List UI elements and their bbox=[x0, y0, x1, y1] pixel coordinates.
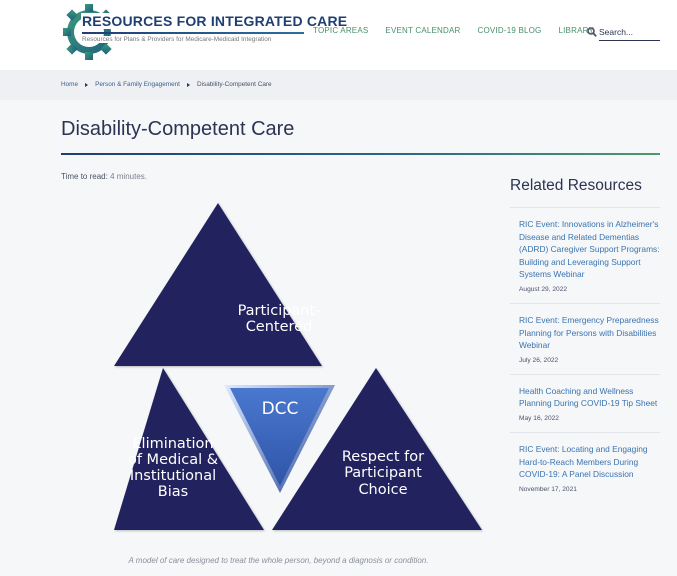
diagram-caption: A model of care designed to treat the wh… bbox=[0, 556, 557, 565]
related-resource-item: RIC Event: Emergency Preparedness Planni… bbox=[510, 302, 660, 364]
related-resource-date: August 29, 2022 bbox=[519, 285, 568, 293]
title-divider bbox=[61, 153, 660, 155]
related-resource-link[interactable]: RIC Event: Emergency Preparedness Planni… bbox=[519, 314, 660, 352]
related-resource-link[interactable]: Health Coaching and Wellness Planning Du… bbox=[519, 385, 660, 410]
read-time: Time to read: 4 minutes. bbox=[61, 172, 147, 181]
dcc-diagram: Participant- Centered DCC Elimination of… bbox=[62, 198, 492, 538]
read-time-label: Time to read: bbox=[61, 172, 108, 181]
read-time-value: 4 minutes. bbox=[110, 172, 147, 181]
label-respect-3: Choice bbox=[358, 482, 407, 498]
related-resource-date: November 17, 2021 bbox=[519, 485, 577, 493]
nav-topic-areas[interactable]: TOPIC AREAS bbox=[313, 26, 368, 35]
related-resources-list: RIC Event: Innovations in Alzheimer's Di… bbox=[510, 207, 660, 503]
related-resource-date: July 26, 2022 bbox=[519, 356, 559, 364]
related-resource-item: Health Coaching and Wellness Planning Du… bbox=[510, 373, 660, 422]
related-resource-date: May 16, 2022 bbox=[519, 414, 559, 422]
label-respect-1: Respect for bbox=[342, 449, 424, 465]
label-elimination-4: Bias bbox=[158, 484, 188, 500]
label-dcc: DCC bbox=[262, 399, 299, 419]
logo-subtitle: Resources for Plans & Providers for Medi… bbox=[82, 36, 274, 43]
main-nav: TOPIC AREAS EVENT CALENDAR COVID-19 BLOG… bbox=[313, 26, 611, 35]
triangle-participant-centered bbox=[114, 203, 322, 366]
site-header: Resources for Integrated Care Resources … bbox=[0, 0, 677, 70]
label-elimination-3: Institutional bbox=[130, 468, 216, 484]
nav-event-calendar[interactable]: EVENT CALENDAR bbox=[385, 26, 460, 35]
breadcrumb: Home Person & Family Engagement Disabili… bbox=[61, 81, 272, 88]
label-participant-centered-2: Centered bbox=[246, 319, 313, 335]
label-elimination-2: of Medical & bbox=[128, 452, 218, 468]
breadcrumb-home[interactable]: Home bbox=[61, 81, 78, 88]
label-elimination-1: Elimination bbox=[132, 436, 213, 452]
related-resource-item: RIC Event: Locating and Engaging Hard-to… bbox=[510, 431, 660, 493]
label-respect-2: Participant bbox=[344, 465, 422, 481]
breadcrumb-person-family-engagement[interactable]: Person & Family Engagement bbox=[95, 81, 180, 88]
label-participant-centered-1: Participant- bbox=[238, 303, 321, 319]
search-input[interactable] bbox=[599, 24, 660, 41]
site-logo[interactable]: Resources for Integrated Care Resources … bbox=[63, 4, 349, 60]
breadcrumb-current: Disability-Competent Care bbox=[196, 81, 272, 88]
search-box bbox=[587, 24, 661, 41]
related-resource-link[interactable]: RIC Event: Innovations in Alzheimer's Di… bbox=[519, 218, 660, 281]
breadcrumb-arrow-icon bbox=[186, 82, 190, 87]
breadcrumb-arrow-icon bbox=[85, 82, 89, 87]
search-icon[interactable] bbox=[587, 27, 597, 37]
logo-title: Resources for Integrated Care bbox=[81, 13, 349, 29]
page-title: Disability-Competent Care bbox=[61, 118, 295, 140]
nav-covid-19-blog[interactable]: COVID-19 BLOG bbox=[478, 26, 542, 35]
dcc-diagram-svg: Participant- Centered DCC Elimination of… bbox=[114, 203, 482, 530]
related-resource-item: RIC Event: Innovations in Alzheimer's Di… bbox=[510, 207, 660, 293]
related-resources-title: Related Resources bbox=[510, 177, 642, 194]
related-resource-link[interactable]: RIC Event: Locating and Engaging Hard-to… bbox=[519, 443, 660, 481]
logo-divider bbox=[82, 32, 304, 34]
diagram-caption-text: A model of care designed to treat the wh… bbox=[128, 556, 429, 565]
